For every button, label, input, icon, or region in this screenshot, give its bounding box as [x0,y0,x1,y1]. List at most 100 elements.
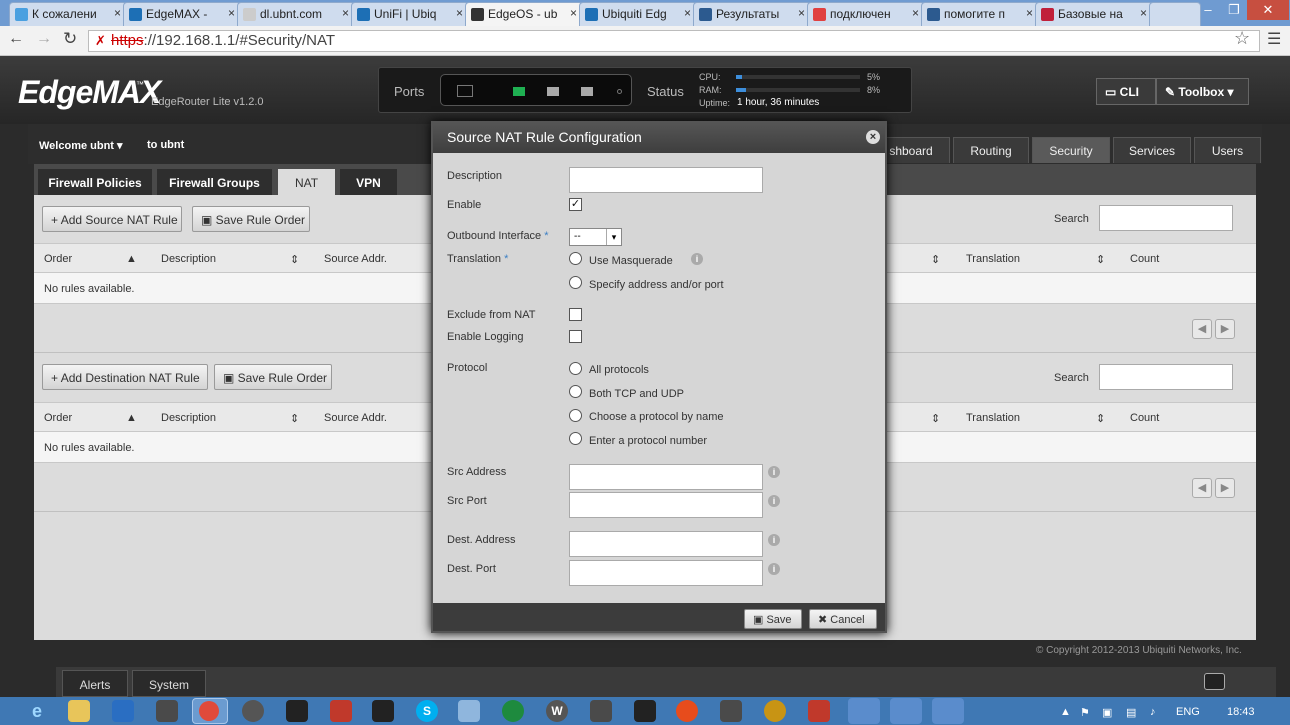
col-order[interactable]: Order [44,253,72,265]
col-source-addr[interactable]: Source Addr. [324,253,387,265]
dest-address-input[interactable] [569,531,763,557]
reload-icon[interactable]: ↻ [63,29,77,49]
browser-tab[interactable]: помогите п × [921,2,1039,26]
col-count[interactable]: Count [1130,253,1159,265]
dest-port-input[interactable] [569,560,763,586]
minimize-icon[interactable]: – [1195,0,1221,20]
info-icon[interactable]: i [768,466,780,478]
cancel-button[interactable]: ✖ Cancel [809,609,877,629]
browser-tab[interactable]: К сожалени × [9,2,127,26]
exclude-checkbox[interactable] [569,308,582,321]
close-tab-icon[interactable]: × [114,6,121,20]
subtab-firewall-policies[interactable]: Firewall Policies [38,169,152,195]
tab-services[interactable]: Services [1113,137,1191,163]
app-icon[interactable] [764,700,786,722]
menu-icon[interactable]: ☰ [1267,29,1281,49]
dest-search-input[interactable] [1099,364,1233,390]
forward-icon[interactable]: → [36,30,52,48]
info-icon[interactable]: i [768,495,780,507]
tray-arrow-icon[interactable]: ▲ [1060,706,1071,718]
browser-tab[interactable]: EdgeMAX - × [123,2,241,26]
close-window-icon[interactable]: ✕ [1247,0,1289,20]
info-icon[interactable]: i [768,534,780,546]
subtab-firewall-groups[interactable]: Firewall Groups [157,169,272,195]
use-masquerade-radio[interactable] [569,252,582,265]
description-input[interactable] [569,167,763,193]
col-description[interactable]: Description [161,412,216,424]
volume-icon[interactable]: ♪ [1150,706,1156,718]
user-menu[interactable]: Welcome ubnt ▾ [39,139,123,152]
eth0-port-icon[interactable] [513,87,525,96]
col-source-addr[interactable]: Source Addr. [324,412,387,424]
subtab-vpn[interactable]: VPN [340,169,397,195]
steam-icon[interactable] [286,700,308,722]
sort-icon[interactable]: ⇕ [931,253,940,266]
close-tab-icon[interactable]: × [342,6,349,20]
tray-icon[interactable]: ▣ [1102,706,1112,719]
browser-tab[interactable]: Ubiquiti Edg × [579,2,697,26]
app-icon[interactable] [932,698,964,724]
close-tab-icon[interactable]: × [570,6,577,20]
cmd-icon[interactable] [848,698,880,724]
add-source-nat-rule-button[interactable]: + Add Source NAT Rule [42,206,182,232]
save-rule-order-button[interactable]: ▣ Save Rule Order [192,206,310,232]
app-icon[interactable] [372,700,394,722]
col-translation[interactable]: Translation [966,253,1020,265]
toolbox-button[interactable]: ✎ Toolbox ▾ [1156,78,1249,105]
maximize-icon[interactable]: ❐ [1221,0,1247,20]
logging-checkbox[interactable] [569,330,582,343]
sort-icon[interactable]: ⇕ [290,253,299,266]
clock[interactable]: 18:43 [1227,706,1255,718]
save-button[interactable]: ▣ Save [744,609,802,629]
language-indicator[interactable]: ENG [1176,706,1200,718]
add-destination-nat-rule-button[interactable]: + Add Destination NAT Rule [42,364,208,390]
col-description[interactable]: Description [161,253,216,265]
sort-icon[interactable]: ⇕ [1096,253,1105,266]
protocol-by-name-radio[interactable] [569,409,582,422]
src-port-input[interactable] [569,492,763,518]
next-page-icon[interactable]: ▶ [1215,319,1235,339]
sort-icon[interactable]: ⇕ [1096,412,1105,425]
app-icon[interactable] [156,700,178,722]
close-tab-icon[interactable]: × [456,6,463,20]
save-rule-order-button-dest[interactable]: ▣ Save Rule Order [214,364,332,390]
sort-icon[interactable]: ⇕ [931,412,940,425]
sort-icon[interactable]: ⇕ [290,412,299,425]
cli-button[interactable]: ▭ CLI [1096,78,1156,105]
app-icon[interactable] [458,700,480,722]
sort-asc-icon[interactable]: ▲ [126,412,137,424]
chat-toggle-icon[interactable] [1204,673,1225,690]
prev-page-icon[interactable]: ◀ [1192,478,1212,498]
close-tab-icon[interactable]: × [912,6,919,20]
network-icon[interactable] [112,700,134,722]
back-icon[interactable]: ← [8,30,24,48]
prev-page-icon[interactable]: ◀ [1192,319,1212,339]
browser-tab[interactable]: Базовые на × [1035,2,1153,26]
close-tab-icon[interactable]: × [798,6,805,20]
wordpress-icon[interactable]: W [546,700,568,722]
tab-routing[interactable]: Routing [953,137,1029,163]
next-page-icon[interactable]: ▶ [1215,478,1235,498]
ie-icon[interactable]: e [26,700,48,722]
app-icon[interactable] [590,700,612,722]
source-search-input[interactable] [1099,205,1233,231]
outbound-interface-select[interactable]: -- ▾ [569,228,622,246]
skype-icon[interactable]: S [416,700,438,722]
tab-security[interactable]: Security [1032,137,1110,163]
url-input[interactable]: ✗ https://192.168.1.1/#Security/NAT [88,30,1260,52]
close-tab-icon[interactable]: × [1026,6,1033,20]
utorrent-icon[interactable] [502,700,524,722]
browser-tab[interactable] [1149,2,1201,26]
tcp-udp-radio[interactable] [569,385,582,398]
app-icon[interactable] [242,700,264,722]
all-protocols-radio[interactable] [569,362,582,375]
close-icon[interactable]: × [866,130,880,144]
app-icon[interactable] [676,700,698,722]
protocol-number-radio[interactable] [569,432,582,445]
info-icon[interactable]: i [691,253,703,265]
info-icon[interactable]: i [768,563,780,575]
app-icon[interactable] [720,700,742,722]
network-tray-icon[interactable]: ▤ [1126,706,1136,719]
system-tab[interactable]: System [132,670,206,697]
close-tab-icon[interactable]: × [1140,6,1147,20]
